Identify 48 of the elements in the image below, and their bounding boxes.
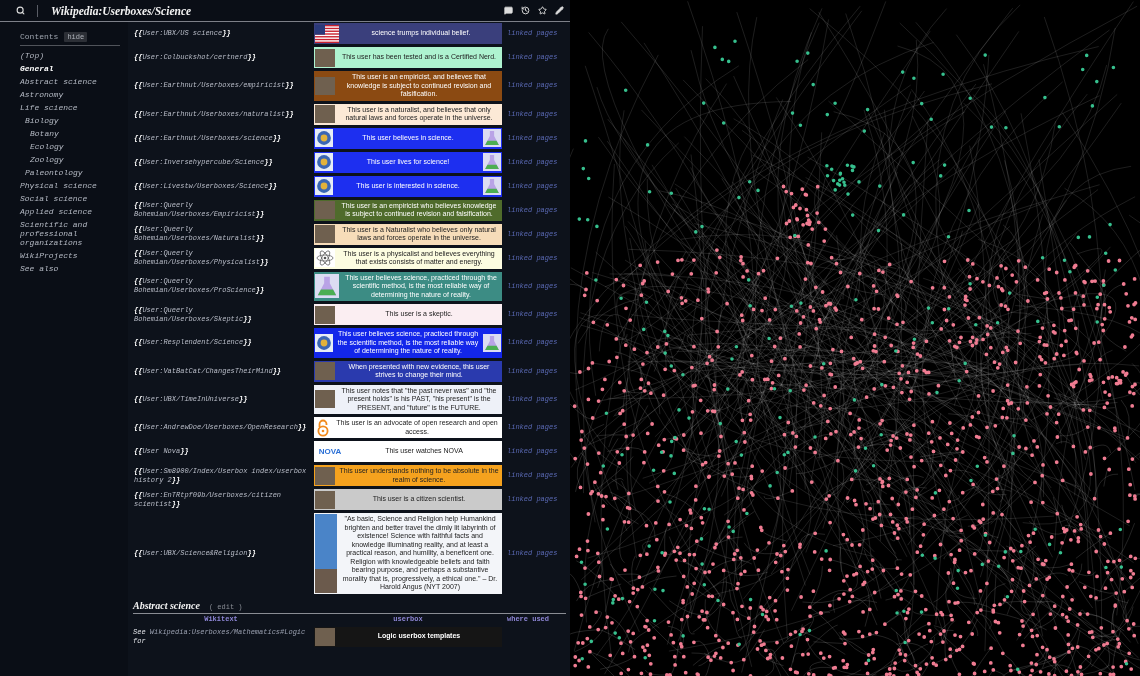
flag-icon — [315, 24, 339, 43]
star-icon[interactable] — [538, 6, 547, 15]
photo-placeholder — [315, 48, 335, 67]
contents-title: Contents — [20, 32, 59, 42]
flask-icon — [483, 177, 501, 195]
toc-item[interactable]: General — [20, 64, 120, 73]
padlock-icon — [315, 418, 331, 437]
history-icon[interactable] — [521, 6, 530, 15]
toc-item[interactable]: Physical science — [20, 181, 120, 190]
talk-bubble-icon[interactable] — [504, 6, 513, 15]
photo-placeholder — [315, 490, 335, 509]
seal-icon — [315, 333, 333, 352]
flask-icon — [483, 129, 501, 147]
toc-item[interactable]: WikiProjects — [20, 251, 120, 260]
toc-item[interactable]: Astronomy — [20, 90, 120, 99]
photo-placeholder — [315, 105, 335, 123]
toc-item[interactable]: See also — [20, 264, 120, 273]
photo-placeholder — [315, 362, 335, 380]
toc-item[interactable]: Scientific and professional organizations — [20, 220, 120, 247]
toc-item[interactable]: Social science — [20, 194, 120, 203]
seal-icon — [315, 177, 333, 195]
toc-item[interactable]: Applied science — [20, 207, 120, 216]
photo-placeholder — [315, 225, 335, 243]
toc-item[interactable]: Life science — [20, 103, 120, 112]
toc-item[interactable]: Ecology — [30, 142, 120, 151]
flask-icon — [483, 333, 501, 352]
photo-placeholder — [315, 466, 335, 485]
logo-text: NOVA — [317, 447, 343, 456]
atom-icon — [315, 249, 335, 267]
section-heading: Abstract science — [133, 599, 200, 612]
page-title: Wikipedia:Userboxes/Science — [51, 4, 193, 17]
photo-placeholder — [315, 627, 335, 646]
seal-icon — [315, 129, 333, 147]
toc-item[interactable]: Biology — [25, 116, 120, 125]
toc-item[interactable]: Abstract science — [20, 77, 120, 86]
toc-item[interactable]: Paleontology — [25, 168, 120, 177]
photo-placeholder — [315, 305, 335, 324]
toc-item[interactable]: Botany — [30, 129, 120, 138]
photo-placeholder — [315, 201, 335, 219]
photo-placeholder — [315, 390, 335, 409]
seal-icon — [315, 153, 333, 171]
pencil-icon[interactable] — [555, 6, 564, 15]
search-icon[interactable] — [16, 6, 25, 15]
toc-item[interactable]: Zoology — [30, 155, 120, 164]
flask-icon — [483, 153, 501, 171]
toc-item[interactable]: (Top) — [20, 51, 120, 60]
flask-icon — [315, 274, 339, 299]
photo-placeholder — [315, 76, 335, 95]
